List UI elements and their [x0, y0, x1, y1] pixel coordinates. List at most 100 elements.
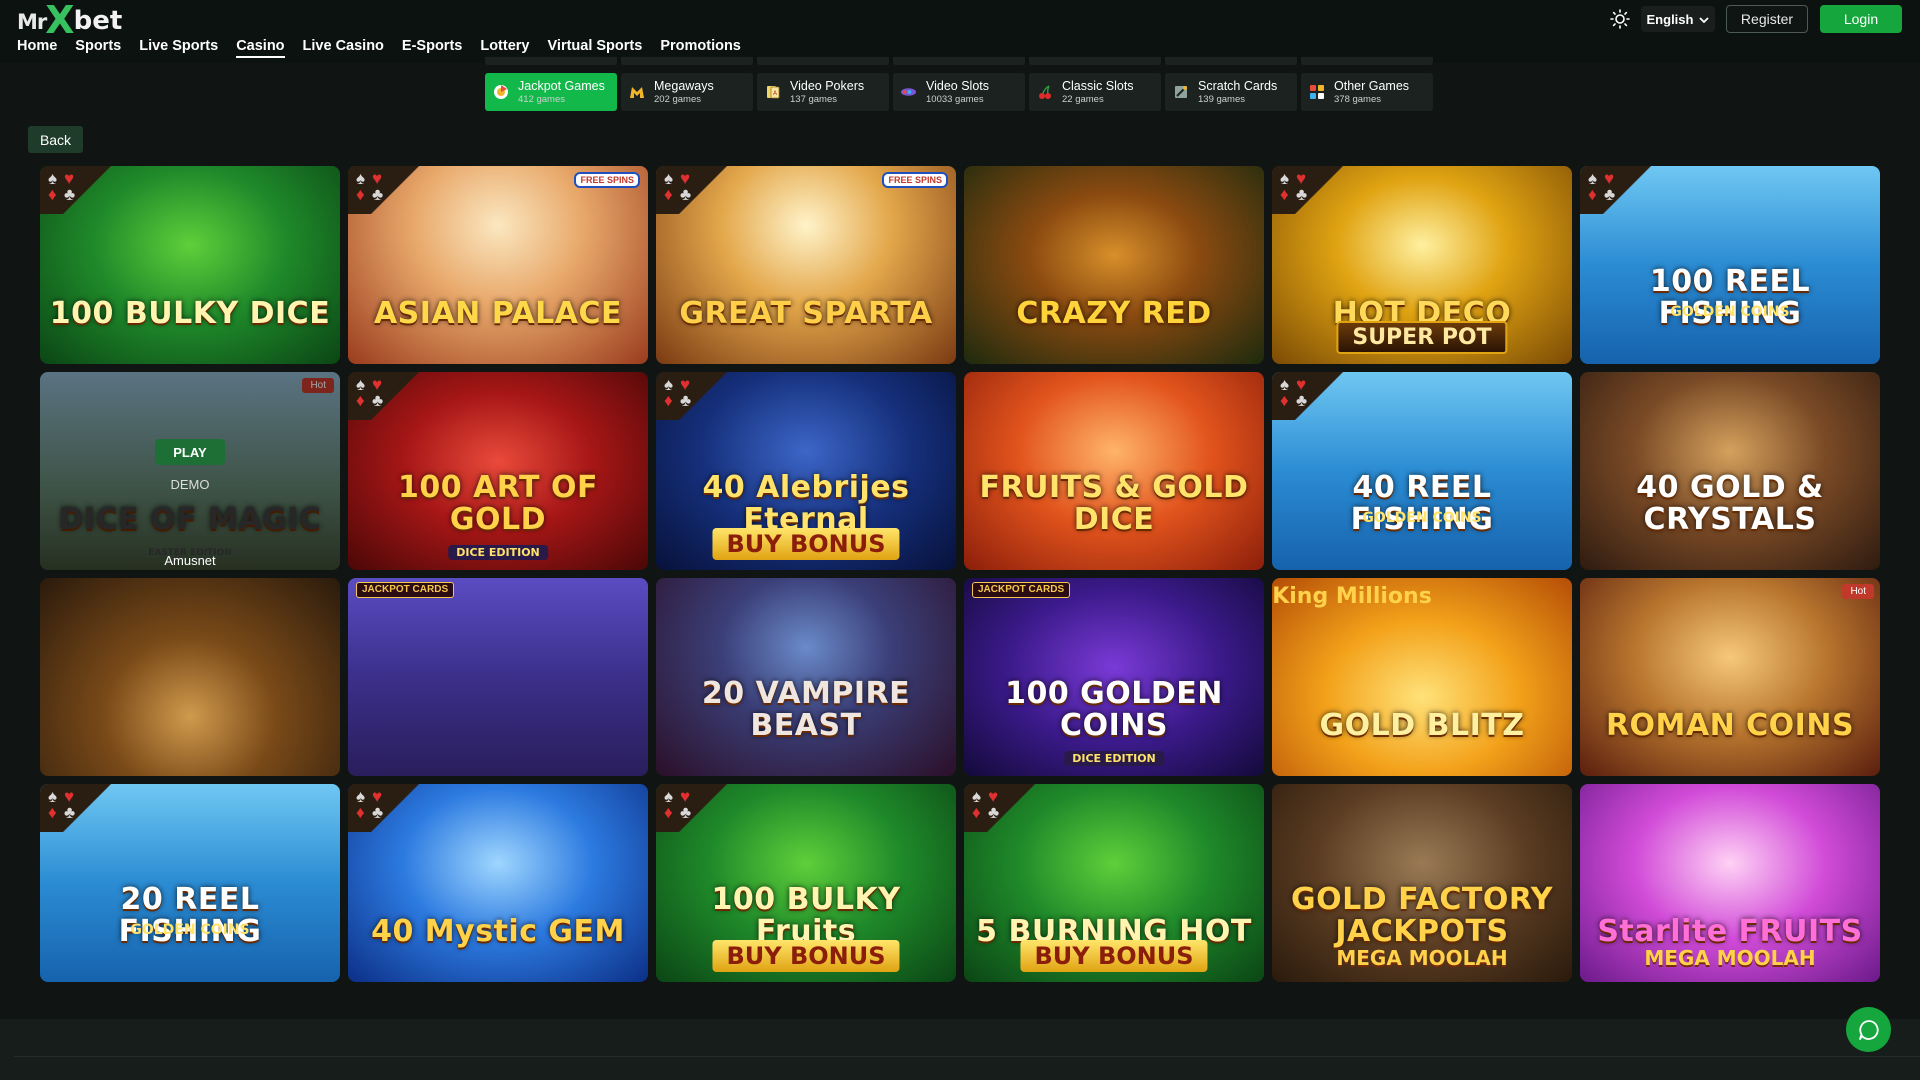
- game-tile[interactable]: GOLD FACTORY JACKPOTS MEGA MOOLAH: [1272, 784, 1572, 982]
- game-title: 40 GOLD & CRYSTALS: [1636, 470, 1824, 537]
- game-subtitle: MEGA MOOLAH: [1336, 946, 1508, 970]
- megaways-icon: [628, 84, 645, 101]
- jackpot-icon: [492, 84, 509, 101]
- game-tile[interactable]: ♠ ♥ ♦ ♣ FREE SPINS GREAT SPARTA: [656, 166, 956, 364]
- game-tile[interactable]: GOLD BLITZ King Millions: [1272, 578, 1572, 776]
- game-tile[interactable]: ♠ ♥ ♦ ♣ 40 Alebrijes Eternal BUY BONUS: [656, 372, 956, 570]
- video-poker-icon: A: [764, 84, 781, 101]
- scratch-card-icon: [1172, 84, 1189, 101]
- game-tile[interactable]: ♠ ♥ ♦ ♣ 40 REEL FISHING GOLDEN COINS: [1272, 372, 1572, 570]
- game-tile[interactable]: ♠ ♥ ♦ ♣ 40 Mystic GEM: [348, 784, 648, 982]
- nav-live-casino[interactable]: Live Casino: [303, 38, 384, 58]
- game-title: GOLD FACTORY JACKPOTS: [1290, 882, 1554, 949]
- game-tile[interactable]: FRUITS & GOLD DICE: [964, 372, 1264, 570]
- category-row-above: [485, 57, 1435, 65]
- demo-link[interactable]: DEMO: [40, 477, 340, 492]
- game-tile[interactable]: Hot DICE OF MAGIC EASTER EDITION PLAY DEMO Am…: [40, 372, 340, 570]
- header: Mr X bet Home Sports Live Sports Casino Live…: [0, 0, 1920, 63]
- game-title: 100 BULKY Fruits: [711, 882, 901, 949]
- nav-live-sports[interactable]: Live Sports: [139, 38, 218, 58]
- game-tile[interactable]: CRAZY RED: [964, 166, 1264, 364]
- card-suits-icon: ♠ ♥ ♦ ♣: [40, 784, 120, 832]
- category-count: 139 games: [1198, 93, 1246, 105]
- game-tile[interactable]: Starlite FRUITS MEGA MOOLAH: [1580, 784, 1880, 982]
- game-title: 40 Mystic GEM: [371, 914, 625, 949]
- register-button[interactable]: Register: [1726, 5, 1808, 33]
- game-title: 40 Alebrijes Eternal: [702, 470, 910, 537]
- game-title: 100 ART OF GOLD: [398, 470, 598, 537]
- logo-x: X: [45, 0, 75, 42]
- login-button[interactable]: Login: [1820, 5, 1902, 33]
- game-title: ROMAN COINS: [1605, 708, 1855, 743]
- card-suits-icon: ♠ ♥ ♦ ♣: [656, 166, 736, 214]
- game-tile[interactable]: ♠ ♥ ♦ ♣ 20 REEL FISHING GOLDEN COINS: [40, 784, 340, 982]
- category-video-slots[interactable]: Video Slots 10033 games: [893, 73, 1025, 111]
- game-tile[interactable]: JACKPOT CARDS: [348, 578, 648, 776]
- language-label: English: [1646, 11, 1694, 27]
- game-tile[interactable]: 40 GOLD & CRYSTALS: [1580, 372, 1880, 570]
- category-name: Scratch Cards: [1198, 78, 1278, 93]
- game-tile[interactable]: ♠ ♥ ♦ ♣ HOT DECO SUPER POT: [1272, 166, 1572, 364]
- logo[interactable]: Mr X bet: [17, 0, 123, 42]
- theme-toggle-sun-icon[interactable]: [1609, 8, 1631, 30]
- play-button[interactable]: PLAY: [155, 439, 225, 465]
- game-subtitle: MEGA MOOLAH: [1644, 946, 1816, 970]
- footer-divider: [14, 1056, 1920, 1057]
- category-jackpot-games[interactable]: Jackpot Games 412 games: [485, 73, 617, 111]
- game-title: 100 BULKY DICE: [49, 296, 331, 331]
- category-megaways[interactable]: Megaways 202 games: [621, 73, 753, 111]
- games-grid: ♠ ♥ ♦ ♣ 100 BULKY DICE ♠ ♥ ♦ ♣ FREE SPINS ASIAN PA…: [40, 166, 1880, 982]
- category-other-games[interactable]: Other Games 378 games: [1301, 73, 1433, 111]
- back-button[interactable]: Back: [28, 126, 83, 153]
- video-slots-icon: [900, 84, 917, 101]
- game-title: FRUITS & GOLD DICE: [979, 470, 1249, 537]
- category-count: 378 games: [1334, 93, 1382, 105]
- nav-virtual-sports[interactable]: Virtual Sports: [548, 38, 643, 58]
- game-title: 20 VAMPIRE BEAST: [701, 676, 911, 743]
- category-text: Video Slots 10033 games: [926, 79, 989, 106]
- category-name: Jackpot Games: [518, 78, 605, 93]
- category-video-pokers[interactable]: A Video Pokers 137 games: [757, 73, 889, 111]
- category-scratch-cards[interactable]: Scratch Cards 139 games: [1165, 73, 1297, 111]
- language-select[interactable]: English: [1641, 6, 1715, 32]
- game-tile[interactable]: [40, 578, 340, 776]
- game-tile[interactable]: ♠ ♥ ♦ ♣ 100 BULKY DICE: [40, 166, 340, 364]
- game-tile[interactable]: ♠ ♥ ♦ ♣ 100 REEL FISHING GOLDEN COINS: [1580, 166, 1880, 364]
- category-count: 10033 games: [926, 93, 984, 105]
- category-text: Other Games 378 games: [1334, 79, 1409, 106]
- nav-sports[interactable]: Sports: [75, 38, 121, 58]
- game-tile[interactable]: JACKPOT CARDS 100 GOLDEN COINS DICE EDITIO…: [964, 578, 1264, 776]
- other-games-icon: [1308, 84, 1325, 101]
- game-tile[interactable]: 20 VAMPIRE BEAST: [656, 578, 956, 776]
- free-spins-badge: FREE SPINS: [882, 172, 948, 188]
- nav-lottery[interactable]: Lottery: [480, 38, 529, 58]
- game-title: ASIAN PALACE: [373, 296, 623, 331]
- jackpot-cards-badge: JACKPOT CARDS: [356, 582, 455, 598]
- nav-promotions[interactable]: Promotions: [660, 38, 741, 58]
- nav-home[interactable]: Home: [17, 38, 57, 58]
- game-subtitle: GOLDEN COINS: [130, 922, 250, 938]
- logo-bet: bet: [73, 6, 123, 36]
- game-tile[interactable]: Hot ROMAN COINS: [1580, 578, 1880, 776]
- category-count: 22 games: [1062, 93, 1104, 105]
- category-bar: Jackpot Games 412 games Megaways 202 games A…: [485, 73, 1433, 111]
- game-tile[interactable]: ♠ ♥ ♦ ♣ 5 BURNING HOT BUY BONUS: [964, 784, 1264, 982]
- card-suits-icon: ♠ ♥ ♦ ♣: [40, 166, 120, 214]
- game-tile[interactable]: ♠ ♥ ♦ ♣ 100 ART OF GOLD DICE EDITION: [348, 372, 648, 570]
- game-hover-overlay: [40, 372, 340, 570]
- category-text: Video Pokers 137 games: [790, 79, 864, 106]
- category-name: Classic Slots: [1062, 78, 1134, 93]
- game-subtitle: BUY BONUS: [1020, 940, 1208, 972]
- jackpot-cards-badge: JACKPOT CARDS: [972, 582, 1071, 598]
- logo-mr: Mr: [17, 10, 47, 34]
- chat-button[interactable]: [1846, 1007, 1891, 1052]
- category-classic-slots[interactable]: Classic Slots 22 games: [1029, 73, 1161, 111]
- game-tile[interactable]: ♠ ♥ ♦ ♣ FREE SPINS ASIAN PALACE: [348, 166, 648, 364]
- game-tile[interactable]: ♠ ♥ ♦ ♣ 100 BULKY Fruits BUY BONUS: [656, 784, 956, 982]
- hot-badge: Hot: [1842, 584, 1874, 599]
- nav-e-sports[interactable]: E-Sports: [402, 38, 462, 58]
- nav-casino[interactable]: Casino: [236, 38, 285, 58]
- main-nav: Home Sports Live Sports Casino Live Casino E-…: [17, 38, 759, 58]
- category-text: Classic Slots 22 games: [1062, 79, 1134, 106]
- game-subtitle: DICE EDITION: [448, 545, 548, 560]
